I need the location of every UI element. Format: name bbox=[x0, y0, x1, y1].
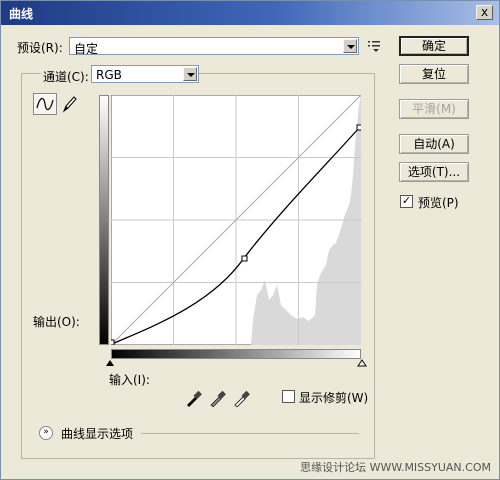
divider bbox=[141, 433, 359, 434]
watermark: 思缘设计论坛 WWW.MISSYUAN.COM bbox=[300, 461, 491, 474]
show-clipping-checkbox[interactable] bbox=[282, 390, 295, 403]
options-button[interactable]: 选项(T)... bbox=[399, 162, 469, 182]
smooth-button[interactable]: 平滑(M) bbox=[399, 99, 469, 119]
title-bar: 曲线 x bbox=[1, 1, 499, 25]
channel-dropdown[interactable]: RGB bbox=[91, 65, 199, 83]
curve-point[interactable] bbox=[111, 339, 115, 345]
white-eyedropper-icon[interactable] bbox=[233, 389, 251, 407]
chevron-down-icon[interactable] bbox=[183, 67, 197, 81]
preset-options-icon[interactable] bbox=[367, 39, 383, 53]
output-gradient-bar bbox=[99, 95, 109, 345]
preset-value: 自定 bbox=[74, 42, 99, 56]
preset-dropdown[interactable]: 自定 bbox=[69, 37, 359, 56]
channel-label: 通道(C): bbox=[41, 68, 91, 85]
preview-label: 预览(P) bbox=[418, 196, 459, 210]
curves-dialog: 曲线 x 预设(R): 自定 确定 复位 平滑(M) 自动(A) 选项(T)..… bbox=[0, 0, 500, 480]
chevron-down-icon[interactable] bbox=[343, 39, 357, 53]
curve-tool-button[interactable] bbox=[33, 93, 57, 115]
preview-checkbox[interactable]: ✓ bbox=[400, 195, 413, 208]
ok-button[interactable]: 确定 bbox=[399, 36, 469, 56]
curve-display-options-label: 曲线显示选项 bbox=[61, 427, 134, 441]
input-label: 输入(I): bbox=[109, 373, 150, 387]
reset-button[interactable]: 复位 bbox=[399, 64, 469, 84]
close-button[interactable]: x bbox=[476, 5, 493, 20]
white-point-slider[interactable] bbox=[357, 359, 367, 367]
curve-point[interactable] bbox=[241, 255, 248, 262]
auto-button[interactable]: 自动(A) bbox=[399, 134, 469, 154]
curves-graph[interactable] bbox=[111, 95, 361, 345]
gray-eyedropper-icon[interactable] bbox=[209, 389, 227, 407]
chevron-down-icon[interactable]: » bbox=[39, 426, 53, 440]
preset-label: 预设(R): bbox=[17, 41, 63, 55]
output-label: 输出(O): bbox=[33, 315, 80, 329]
curve-icon bbox=[36, 97, 54, 111]
channel-value: RGB bbox=[96, 68, 122, 82]
curve-point[interactable] bbox=[356, 124, 361, 131]
black-point-slider[interactable] bbox=[105, 359, 115, 367]
pencil-icon[interactable] bbox=[61, 94, 79, 114]
black-eyedropper-icon[interactable] bbox=[185, 389, 203, 407]
window-title: 曲线 bbox=[9, 7, 34, 21]
input-gradient-bar bbox=[111, 349, 361, 359]
show-clipping-label: 显示修剪(W) bbox=[299, 391, 369, 405]
